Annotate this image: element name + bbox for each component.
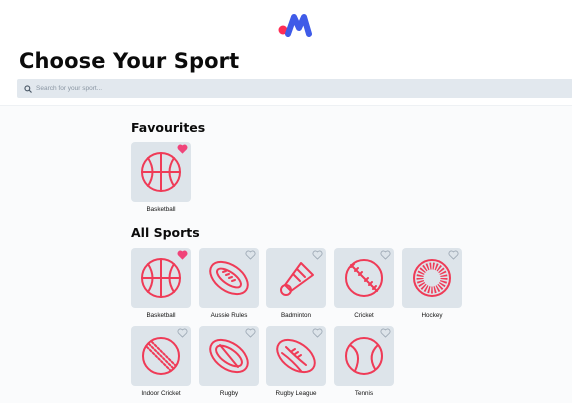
aussie-rules-ball-icon	[209, 260, 249, 296]
rugby-league-ball-icon	[276, 338, 316, 374]
sport-tile-aussie-rules[interactable]	[199, 248, 259, 308]
sport-label: Basketball	[146, 206, 176, 213]
basketball-icon	[141, 152, 181, 192]
hockey-ball-icon	[413, 259, 451, 297]
brand-logo-icon	[278, 14, 312, 37]
favourite-heart-outline-icon[interactable]	[312, 250, 323, 260]
favourite-heart-filled-icon[interactable]	[177, 250, 188, 260]
basketball-icon	[141, 258, 181, 298]
search-input[interactable]	[36, 85, 536, 92]
favourite-heart-outline-icon[interactable]	[245, 328, 256, 338]
sport-tile-indoor-cricket[interactable]	[131, 326, 191, 386]
favourite-heart-filled-icon[interactable]	[177, 144, 188, 154]
favourite-heart-outline-icon[interactable]	[177, 328, 188, 338]
sport-tile-basketball[interactable]	[131, 248, 191, 308]
all-sports-heading: All Sports	[131, 225, 200, 240]
cricket-ball-icon	[345, 259, 383, 297]
search-bar[interactable]	[17, 79, 572, 98]
rugby-ball-icon	[209, 338, 249, 374]
page-title: Choose Your Sport	[19, 49, 240, 73]
favourite-heart-outline-icon[interactable]	[380, 250, 391, 260]
sport-label: Hockey	[421, 312, 443, 319]
sport-tile-basketball[interactable]	[131, 142, 191, 202]
sport-label: Tennis	[354, 390, 374, 397]
favourite-heart-outline-icon[interactable]	[245, 250, 256, 260]
search-icon	[24, 84, 32, 93]
sport-tile-hockey[interactable]	[402, 248, 462, 308]
sport-tile-rugby-league[interactable]	[266, 326, 326, 386]
tennis-ball-icon	[345, 337, 383, 375]
sport-tile-rugby[interactable]	[199, 326, 259, 386]
sport-tile-badminton[interactable]	[266, 248, 326, 308]
indoor-cricket-ball-icon	[142, 337, 180, 375]
shuttlecock-icon	[280, 262, 314, 296]
favourite-heart-outline-icon[interactable]	[380, 328, 391, 338]
sport-tile-cricket[interactable]	[334, 248, 394, 308]
favourite-heart-outline-icon[interactable]	[448, 250, 459, 260]
favourites-heading: Favourites	[131, 120, 206, 135]
favourite-heart-outline-icon[interactable]	[312, 328, 323, 338]
sport-tile-tennis[interactable]	[334, 326, 394, 386]
